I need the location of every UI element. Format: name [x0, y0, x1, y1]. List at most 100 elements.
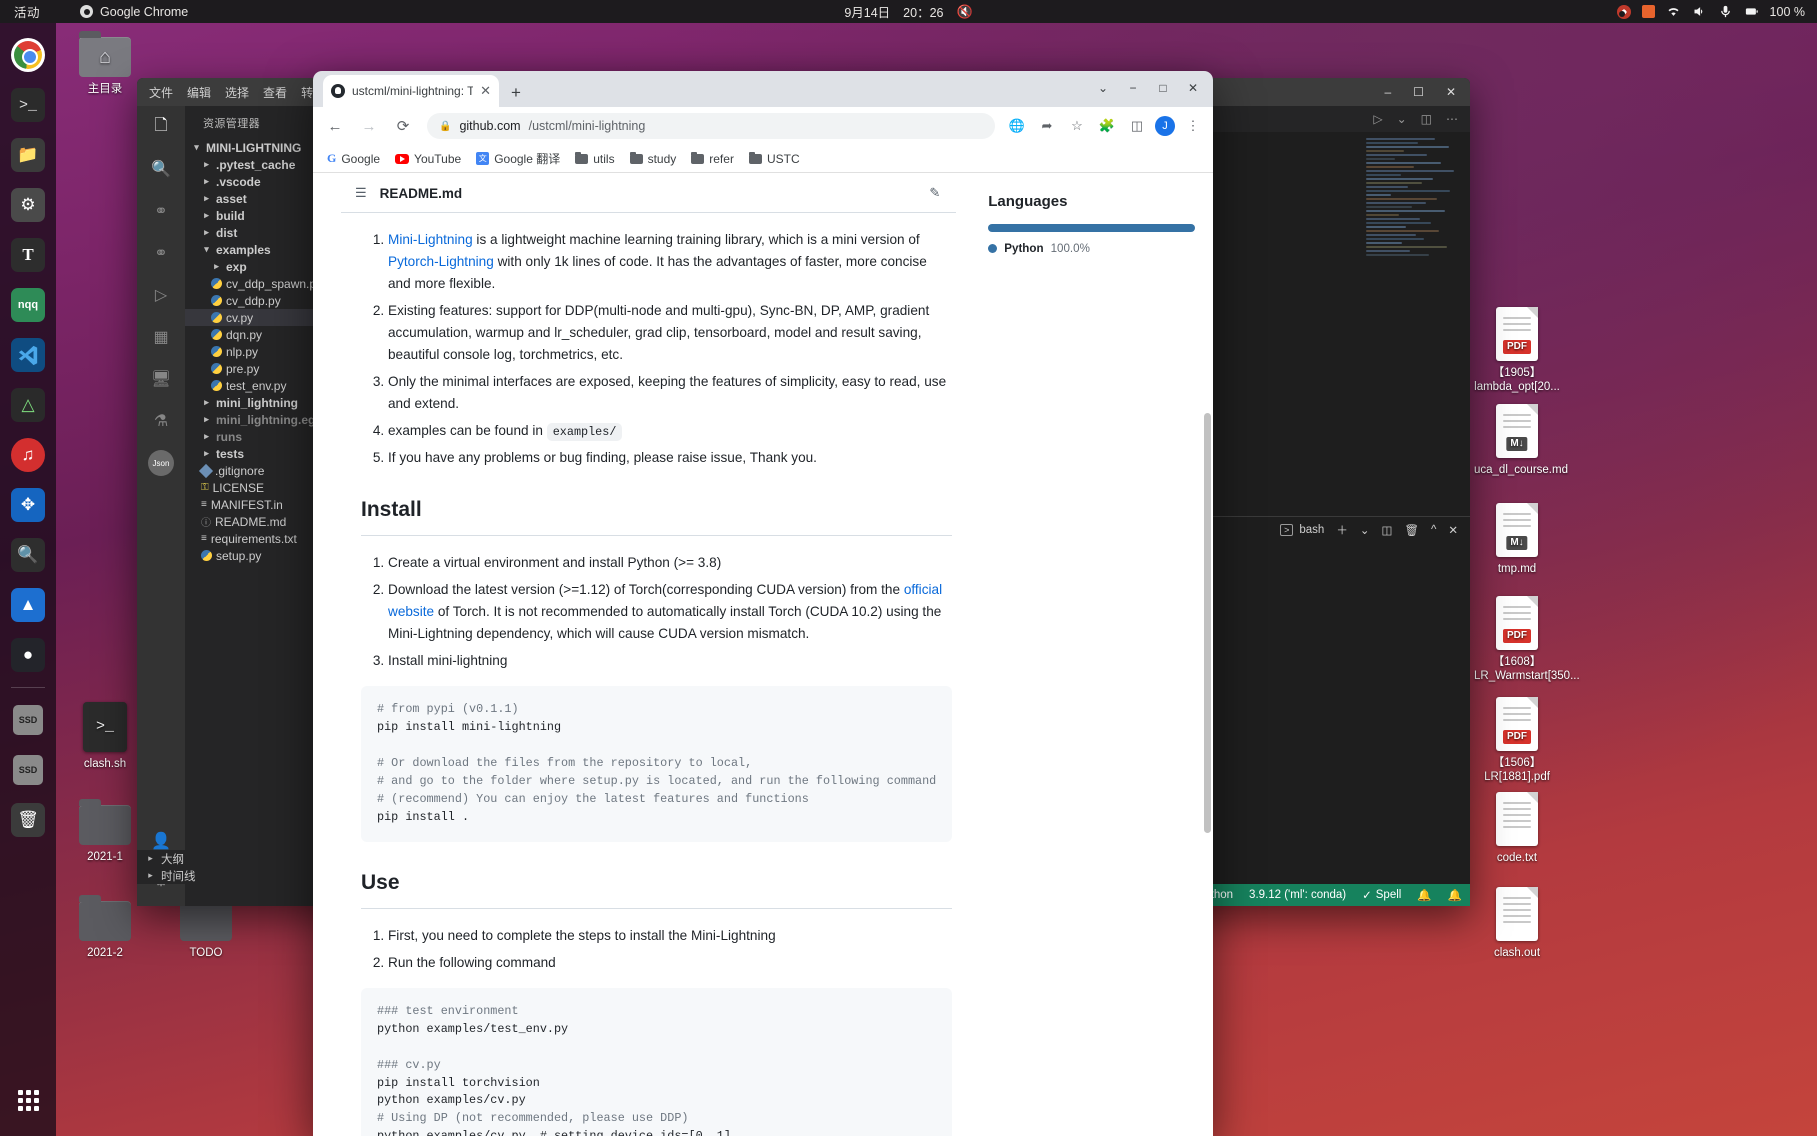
- battery-icon[interactable]: [1744, 4, 1759, 19]
- menu-view[interactable]: 查看: [263, 84, 287, 101]
- install-code-block[interactable]: # from pypi (v0.1.1) pip install mini-li…: [361, 686, 953, 842]
- remote-explorer-icon[interactable]: 🖥: [148, 366, 174, 392]
- readme-link[interactable]: Pytorch-Lightning: [388, 254, 494, 269]
- dock-item-nqq[interactable]: nqq: [6, 283, 50, 327]
- maximize-button[interactable]: □: [1149, 75, 1177, 101]
- github-page[interactable]: ☰ README.md ✎ Mini-Lightning is a lightw…: [313, 173, 1213, 1136]
- terminal-tab-bash[interactable]: > bash: [1280, 524, 1324, 536]
- desktop-icon-clash-out[interactable]: clash.out: [1474, 885, 1560, 960]
- address-bar[interactable]: 🔒 github.com/ustcml/mini-lightning: [427, 113, 995, 139]
- bookmark-folder-ustc[interactable]: USTC: [748, 151, 800, 166]
- bookmark-google[interactable]: G Google: [327, 151, 380, 166]
- run-debug-icon[interactable]: ▷: [148, 282, 174, 308]
- extensions-icon[interactable]: 🧩: [1095, 114, 1119, 138]
- close-button[interactable]: ✕: [1446, 85, 1456, 99]
- bookmark-folder-utils[interactable]: utils: [575, 151, 615, 166]
- translate-icon[interactable]: 🌐: [1005, 114, 1029, 138]
- vscode-window-controls[interactable]: – ☐ ✕: [1384, 85, 1462, 99]
- desktop-icon-tmp-md[interactable]: M↓ tmp.md: [1474, 501, 1560, 576]
- json-icon[interactable]: Json: [148, 450, 174, 476]
- desktop-icon-pdf-1506[interactable]: PDF 【1506】LR[1881].pdf: [1474, 695, 1560, 785]
- editor-minimap[interactable]: [1366, 138, 1462, 368]
- panel-timeline[interactable]: ▸ 时间线: [137, 867, 312, 884]
- source-control-graph-icon[interactable]: ⚭: [148, 240, 174, 266]
- system-tray[interactable]: 100 %: [1616, 4, 1805, 19]
- list-unordered-icon[interactable]: ☰: [355, 185, 367, 201]
- chrome-window[interactable]: ustcml/mini-lightning: Th ✕ + ⌄ − □ ✕ ← …: [313, 71, 1213, 1136]
- menu-edit[interactable]: 编辑: [187, 84, 211, 101]
- new-terminal-icon[interactable]: ＋: [1336, 522, 1348, 538]
- obs-icon[interactable]: [1616, 4, 1631, 19]
- page-scrollbar[interactable]: [1204, 413, 1211, 833]
- chevron-down-icon[interactable]: ⌄: [1397, 112, 1407, 126]
- dock-item-dark-app[interactable]: ●: [6, 633, 50, 677]
- split-editor-icon[interactable]: ◫: [1421, 112, 1432, 126]
- maximize-button[interactable]: ☐: [1413, 85, 1424, 99]
- desktop-icon-2021-1[interactable]: 2021-1: [62, 796, 148, 864]
- dock-item-music[interactable]: ♫: [6, 433, 50, 477]
- chrome-tabstrip[interactable]: ustcml/mini-lightning: Th ✕ + ⌄ − □ ✕: [313, 71, 1213, 107]
- browser-tab[interactable]: ustcml/mini-lightning: Th ✕: [323, 75, 499, 107]
- bell-icon[interactable]: 🔔: [1448, 888, 1462, 902]
- interpreter-indicator[interactable]: 3.9.12 ('ml': conda): [1249, 889, 1346, 901]
- desktop-icon-pdf-1905[interactable]: PDF 【1905】lambda_opt[20...: [1474, 305, 1560, 395]
- share-icon[interactable]: ➦: [1035, 114, 1059, 138]
- dock-item-terminal[interactable]: >_: [6, 83, 50, 127]
- bookmark-google-translate[interactable]: 文 Google 翻译: [476, 150, 560, 167]
- desktop-icon-code-txt[interactable]: code.txt: [1474, 790, 1560, 865]
- dock-item-ssd-1[interactable]: SSD: [6, 698, 50, 742]
- chevron-down-icon[interactable]: ⌄: [1360, 523, 1370, 537]
- minimize-button[interactable]: –: [1384, 85, 1391, 99]
- back-button[interactable]: ←: [321, 112, 349, 140]
- kill-terminal-icon[interactable]: 🗑: [1404, 523, 1419, 537]
- extensions-icon[interactable]: ▦: [148, 324, 174, 350]
- wifi-icon[interactable]: [1666, 4, 1681, 19]
- chrome-toolbar[interactable]: ← → ⟳ 🔒 github.com/ustcml/mini-lightning…: [313, 107, 1213, 145]
- dock-item-system-monitor[interactable]: △: [6, 383, 50, 427]
- vscode-sidebar-panels[interactable]: ▸ 大纲 ▸ 时间线: [137, 850, 312, 884]
- menu-icon[interactable]: ⋮: [1181, 114, 1205, 138]
- close-button[interactable]: ✕: [1179, 75, 1207, 101]
- source-control-icon[interactable]: ⚭: [148, 198, 174, 224]
- dock-item-ssd-2[interactable]: SSD: [6, 748, 50, 792]
- bookmark-folder-refer[interactable]: refer: [691, 151, 734, 166]
- forward-button[interactable]: →: [355, 112, 383, 140]
- chrome-window-controls[interactable]: ⌄ − □ ✕: [1089, 75, 1207, 101]
- testing-icon[interactable]: ⚗: [148, 408, 174, 434]
- close-panel-icon[interactable]: ✕: [1448, 523, 1458, 537]
- bookmark-folder-study[interactable]: study: [629, 151, 676, 166]
- reload-button[interactable]: ⟳: [389, 112, 417, 140]
- minimize-button[interactable]: −: [1119, 75, 1147, 101]
- panel-outline[interactable]: ▸ 大纲: [137, 850, 312, 867]
- desktop-icon-home[interactable]: ⌂ 主目录: [62, 28, 148, 96]
- desktop-icon-clash-sh[interactable]: >_ clash.sh: [62, 698, 148, 771]
- menu-file[interactable]: 文件: [149, 84, 173, 101]
- clock[interactable]: 9月14日 20：26 🔇: [844, 2, 972, 21]
- profile-avatar[interactable]: J: [1155, 116, 1175, 136]
- tab-search-icon[interactable]: ⌄: [1089, 75, 1117, 101]
- star-icon[interactable]: ☆: [1065, 114, 1089, 138]
- spell-indicator[interactable]: ✓ Spell: [1362, 888, 1401, 902]
- bookmarks-bar[interactable]: G Google YouTube 文 Google 翻译 utils study: [313, 145, 1213, 173]
- desktop-icon-pdf-1608[interactable]: PDF 【1608】LR_Warmstart[350...: [1474, 594, 1580, 684]
- desktop-icon-uca-md[interactable]: M↓ uca_dl_course.md: [1474, 402, 1568, 477]
- new-tab-button[interactable]: +: [511, 83, 521, 107]
- sublime-icon[interactable]: [1641, 5, 1655, 18]
- activities-button[interactable]: 活动: [14, 2, 40, 21]
- dock-item-settings[interactable]: ⚙: [6, 183, 50, 227]
- dock-item-chrome[interactable]: [6, 33, 50, 77]
- volume-icon[interactable]: [1692, 4, 1707, 19]
- use-code-block[interactable]: ### test environment python examples/tes…: [361, 987, 953, 1136]
- search-icon[interactable]: 🔍: [148, 156, 174, 182]
- split-terminal-icon[interactable]: ◫: [1381, 523, 1392, 537]
- feedback-icon[interactable]: 🔔: [1417, 888, 1431, 902]
- bookmark-youtube[interactable]: YouTube: [395, 152, 461, 166]
- language-row[interactable]: Python 100.0%: [988, 242, 1195, 255]
- show-applications-button[interactable]: [6, 1078, 50, 1122]
- maximize-panel-icon[interactable]: ^: [1431, 524, 1436, 536]
- menu-selection[interactable]: 选择: [225, 84, 249, 101]
- dock-item-vscode[interactable]: [6, 333, 50, 377]
- dock-item-files[interactable]: 📁: [6, 133, 50, 177]
- dock-item-texstudio[interactable]: T: [6, 233, 50, 277]
- dock-item-bluetooth[interactable]: ✥: [6, 483, 50, 527]
